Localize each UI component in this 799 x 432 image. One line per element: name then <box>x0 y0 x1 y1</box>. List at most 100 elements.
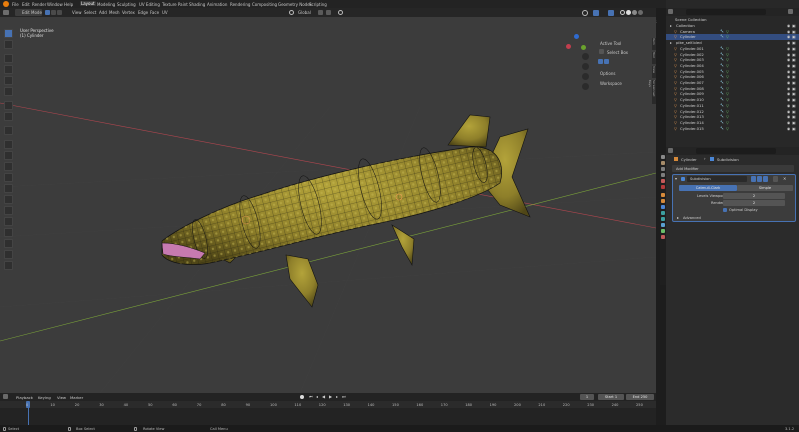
render-camera-icon[interactable]: ▣ <box>792 126 796 131</box>
modifier-menu-icon[interactable] <box>773 176 778 182</box>
current-frame-field[interactable]: 1 <box>580 394 594 400</box>
sidebar-tab-tool[interactable]: Tool <box>652 52 656 64</box>
measure-tool[interactable] <box>4 112 13 121</box>
tab-animation[interactable]: Animation <box>207 2 227 7</box>
blender-logo-icon[interactable] <box>3 1 9 7</box>
tab-scripting[interactable]: Scripting <box>309 2 327 7</box>
world-tab-icon[interactable] <box>661 185 665 189</box>
particles-tab-icon[interactable] <box>661 211 665 215</box>
visibility-eye-icon[interactable]: ◉ <box>787 40 790 45</box>
gizmo-toggle-icon[interactable] <box>582 9 588 16</box>
advanced-subpanel-header[interactable]: Advanced <box>683 216 701 220</box>
render-tab-icon[interactable] <box>661 161 665 165</box>
menu-help[interactable]: Help <box>64 2 73 7</box>
snap-icon[interactable] <box>326 10 331 15</box>
filter-icon[interactable] <box>788 9 793 14</box>
visibility-eye-icon[interactable]: ◉ <box>787 97 790 102</box>
sidebar-tab-view[interactable]: View <box>652 66 656 78</box>
tab-layout[interactable]: Layout <box>80 1 96 6</box>
outliner-search-field[interactable] <box>686 9 766 15</box>
move-tool[interactable] <box>4 54 13 63</box>
proportional-edit-icon[interactable] <box>338 10 343 15</box>
sidebar-tab-screencast[interactable]: Screencast Keys <box>648 80 656 104</box>
menu-edit[interactable]: Edit <box>22 2 30 7</box>
render-camera-icon[interactable]: ▣ <box>792 34 796 39</box>
render-camera-icon[interactable]: ▣ <box>792 114 796 119</box>
shading-wireframe-icon[interactable] <box>620 9 625 15</box>
play-button[interactable]: ▶ <box>329 394 332 399</box>
visibility-eye-icon[interactable]: ◉ <box>787 29 790 34</box>
menu-vertex[interactable]: Vertex <box>122 10 135 15</box>
menu-uv[interactable]: UV <box>162 10 168 15</box>
sidebar-tab-item[interactable]: Item <box>652 38 656 50</box>
render-camera-icon[interactable]: ▣ <box>792 103 796 108</box>
render-camera-icon[interactable]: ▣ <box>792 86 796 91</box>
modifier-collapse-icon[interactable]: ▾ <box>675 176 677 181</box>
face-select-icon[interactable] <box>57 10 62 15</box>
tab-sculpting[interactable]: Sculpting <box>117 2 136 7</box>
viewport-toggle-icon[interactable] <box>757 176 762 182</box>
gizmo-x-axis-icon[interactable] <box>566 44 571 49</box>
menu-mesh[interactable]: Mesh <box>109 10 120 15</box>
tab-modeling[interactable]: Modeling <box>97 2 115 7</box>
poly-build-tool[interactable] <box>4 195 13 204</box>
outliner-row[interactable]: ▽ Cylinder.015 🔧 ▽ ◉ ▣ <box>666 126 799 132</box>
select-mode-icon-2[interactable] <box>604 59 609 64</box>
bevel-tool[interactable] <box>4 162 13 171</box>
timeline-menu-view[interactable]: View <box>57 395 66 400</box>
advanced-collapse-icon[interactable]: ▸ <box>677 215 679 220</box>
menu-render[interactable]: Render <box>32 2 46 7</box>
physics-tab-icon[interactable] <box>661 217 665 221</box>
timeline-menu-keying[interactable]: Keying <box>38 395 51 400</box>
render-camera-icon[interactable]: ▣ <box>792 40 796 45</box>
3d-viewport[interactable]: User Perspective (1) Cylinder Active Too… <box>0 17 656 393</box>
edit-mode-toggle-icon[interactable] <box>751 176 756 182</box>
knife-tool[interactable] <box>4 184 13 193</box>
transform-orientation-dropdown[interactable]: Global <box>298 10 311 15</box>
camera-view-icon[interactable] <box>582 73 589 80</box>
levels-viewport-field[interactable]: 2 <box>723 193 785 199</box>
render-camera-icon[interactable]: ▣ <box>792 23 796 28</box>
xray-toggle-icon[interactable] <box>608 9 614 16</box>
pivot-icon[interactable] <box>318 10 323 15</box>
select-box-tool[interactable] <box>4 29 13 38</box>
visibility-eye-icon[interactable]: ◉ <box>787 23 790 28</box>
edge-slide-tool[interactable] <box>4 228 13 237</box>
properties-type-icon[interactable] <box>668 148 673 153</box>
render-camera-icon[interactable]: ▣ <box>792 80 796 85</box>
visibility-eye-icon[interactable]: ◉ <box>787 103 790 108</box>
catmull-clark-button[interactable]: Catmull-Clark <box>679 185 737 191</box>
pan-hand-icon[interactable] <box>582 63 589 70</box>
tool-tab-icon[interactable] <box>661 155 665 159</box>
menu-select[interactable]: Select <box>84 10 96 15</box>
next-key-button[interactable]: ▸ <box>336 394 338 399</box>
properties-search-field[interactable] <box>696 148 776 154</box>
spin-tool[interactable] <box>4 206 13 215</box>
tab-compositing[interactable]: Compositing <box>252 2 277 7</box>
render-levels-field[interactable]: 2 <box>723 200 785 206</box>
visibility-eye-icon[interactable]: ◉ <box>787 52 790 57</box>
scale-tool[interactable] <box>4 76 13 85</box>
ortho-toggle-icon[interactable] <box>582 83 589 90</box>
tab-shading[interactable]: Shading <box>189 2 205 7</box>
vertex-select-icon[interactable] <box>45 10 50 15</box>
visibility-eye-icon[interactable]: ◉ <box>787 57 790 62</box>
start-frame-field[interactable]: Start 1 <box>598 394 624 400</box>
visibility-eye-icon[interactable]: ◉ <box>787 86 790 91</box>
options-header[interactable]: Options <box>600 71 615 76</box>
visibility-eye-icon[interactable]: ◉ <box>787 46 790 51</box>
visibility-eye-icon[interactable]: ◉ <box>787 91 790 96</box>
constraints-tab-icon[interactable] <box>661 223 665 227</box>
visibility-eye-icon[interactable]: ◉ <box>787 80 790 85</box>
select-mode-icon[interactable] <box>598 59 603 64</box>
object-tab-icon[interactable] <box>661 199 665 203</box>
visibility-eye-icon[interactable]: ◉ <box>787 74 790 79</box>
visibility-eye-icon[interactable]: ◉ <box>787 34 790 39</box>
menu-add[interactable]: Add <box>99 10 107 15</box>
modifier-name-field[interactable]: Subdivision <box>687 176 747 182</box>
gizmo-z-axis-icon[interactable] <box>574 34 579 39</box>
render-camera-icon[interactable]: ▣ <box>792 69 796 74</box>
cursor-tool[interactable] <box>4 40 13 49</box>
visibility-eye-icon[interactable]: ◉ <box>787 109 790 114</box>
annotate-tool[interactable] <box>4 101 13 110</box>
